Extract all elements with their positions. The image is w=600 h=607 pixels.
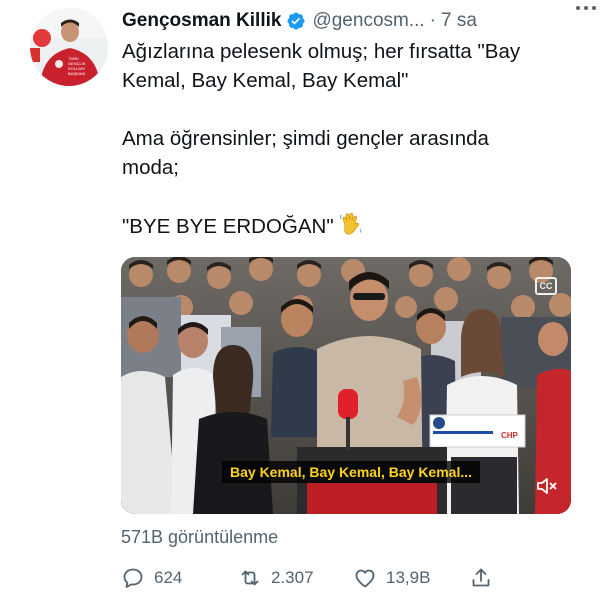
avatar-photo: TÜRK GENÇLİK KOLLARI BAŞKANI [30, 8, 108, 86]
header-separator: · [429, 10, 436, 31]
more-options-icon[interactable] [576, 6, 596, 10]
mute-icon[interactable] [535, 474, 559, 498]
like-count: 13,9B [386, 568, 431, 587]
waving-hand-icon [338, 211, 364, 237]
tweet-line-4: moda; [122, 156, 179, 179]
tweet-text: Ağızlarına pelesenk olmuş; her fırsatta … [122, 37, 592, 241]
video-caption: Bay Kemal, Bay Kemal, Bay Kemal... [222, 461, 481, 483]
reply-icon [121, 566, 145, 590]
closed-captions-icon[interactable]: CC [535, 277, 557, 295]
author-avatar[interactable]: TÜRK GENÇLİK KOLLARI BAŞKANI [30, 8, 108, 86]
tweet-actions: 624 2.307 13,9B [121, 563, 541, 593]
retweet-button[interactable]: 2.307 [238, 563, 314, 593]
tweet-line-5: "BYE BYE ERDOĞAN" [122, 215, 334, 238]
tweet-timestamp[interactable]: 7 sa [441, 10, 477, 32]
reply-button[interactable]: 624 [121, 563, 182, 593]
tweet-line-2: Kemal, Bay Kemal, Bay Kemal" [122, 69, 409, 92]
retweet-icon [238, 566, 262, 590]
tweet-line-5-wrap: "BYE BYE ERDOĞAN" [122, 211, 592, 241]
view-count[interactable]: 571B görüntülenme [121, 527, 278, 548]
reply-count: 624 [154, 568, 183, 587]
avatar-badge-line-4: BAŞKANI [68, 71, 85, 76]
tweet-header: Gençosman Killik @gencosm... · 7 sa [122, 6, 582, 36]
author-handle[interactable]: @gencosm... [312, 10, 424, 32]
sign-label: CHP [501, 431, 519, 440]
like-button[interactable]: 13,9B [353, 563, 430, 593]
heart-icon [353, 566, 377, 590]
share-button[interactable] [469, 563, 493, 593]
retweet-count: 2.307 [271, 568, 314, 587]
tweet-video[interactable]: CHP CC Bay Kemal, Bay Kemal, Bay Kemal..… [121, 257, 571, 514]
share-icon [469, 566, 493, 590]
verified-badge-icon [286, 11, 306, 31]
tweet-line-1: Ağızlarına pelesenk olmuş; her fırsatta … [122, 40, 521, 63]
tweet-line-3: Ama öğrensinler; şimdi gençler arasında [122, 127, 489, 150]
author-name[interactable]: Gençosman Killik [122, 10, 281, 32]
